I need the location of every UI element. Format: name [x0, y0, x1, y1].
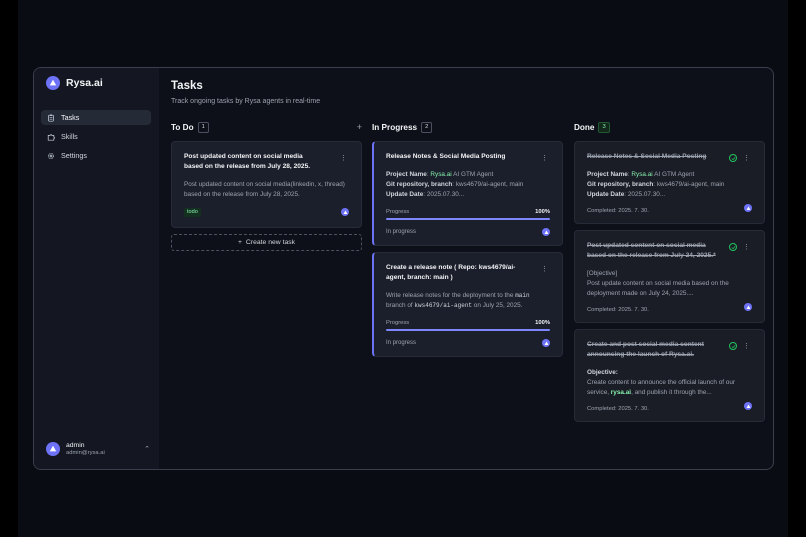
check-circle-icon: [729, 243, 737, 251]
task-card[interactable]: Release Notes & Social Media Posting ⋮ P…: [372, 141, 563, 246]
column-in-progress: In Progress 2 Release Notes & Social Med…: [372, 121, 563, 363]
task-title: Release Notes & Social Media Posting: [386, 153, 506, 160]
chevron-up-icon[interactable]: ⌃: [144, 445, 150, 453]
plus-icon: +: [237, 239, 242, 246]
column-title: In Progress: [372, 122, 418, 132]
completed-date: Completed: 2025. 7. 30.: [587, 208, 649, 214]
column-count: 2: [421, 121, 433, 133]
clipboard-icon: [48, 114, 54, 122]
column-count: 3: [598, 121, 610, 133]
completed-date: Completed: 2025. 7. 30.: [587, 307, 649, 313]
task-title: Release Notes & Social Media Posting: [587, 153, 707, 160]
brand-name: Rysa.ai: [66, 77, 103, 89]
brand[interactable]: Rysa.ai: [46, 76, 103, 90]
agent-avatar-icon: [744, 303, 752, 311]
task-details: Project Name: Rysa.ai AI GTM Agent Git r…: [587, 171, 725, 198]
create-task-label: Create new task: [245, 239, 296, 246]
progress-bar-fill: [386, 329, 550, 331]
progress-header: Progress 100%: [386, 320, 550, 326]
progress-bar: [386, 218, 550, 220]
sidebar-item-label: Settings: [61, 151, 87, 160]
task-title: Create and post social media content ann…: [587, 341, 704, 358]
create-task-button[interactable]: + Create new task: [171, 234, 362, 251]
sidebar-item-label: Skills: [61, 132, 78, 141]
gear-icon: [48, 152, 54, 159]
rysa-logo-icon: [46, 76, 60, 90]
main-content: Tasks Track ongoing tasks by Rysa agents…: [159, 68, 773, 469]
task-title: Post updated content on social media bas…: [587, 242, 716, 259]
progress-header: Progress 100%: [386, 209, 550, 215]
task-description: Post updated content on social media(lin…: [184, 181, 345, 198]
task-card[interactable]: Post updated content on social media bas…: [171, 141, 362, 228]
task-card[interactable]: Post updated content on social media bas…: [574, 230, 765, 323]
task-card[interactable]: Create and post social media content ann…: [574, 329, 765, 422]
progress-label: Progress: [386, 320, 410, 326]
check-circle-icon: [729, 342, 737, 350]
progress-percent: 100%: [535, 209, 550, 215]
column-title: To Do: [171, 122, 194, 132]
more-vertical-icon[interactable]: ⋮: [743, 243, 750, 251]
column-done: Done 3 Release Notes & Social Media Post…: [574, 121, 765, 428]
user-name: admin: [66, 442, 85, 449]
sidebar-nav: Tasks Skills Settings: [41, 110, 151, 167]
add-task-icon[interactable]: +: [357, 122, 362, 132]
task-title: Post updated content on social media bas…: [184, 153, 311, 170]
more-vertical-icon[interactable]: ⋮: [743, 342, 750, 350]
user-menu[interactable]: admin admin@rysa.ai ⌃: [46, 442, 150, 456]
task-card[interactable]: Release Notes & Social Media Posting ⋮ P…: [574, 141, 765, 224]
task-card[interactable]: Create a release note ( Repo: kws4679/ai…: [372, 252, 563, 357]
more-vertical-icon[interactable]: ⋮: [743, 154, 750, 162]
task-description: Write release notes for the deployment t…: [386, 292, 530, 309]
status-badge: todo: [184, 208, 201, 217]
user-email: admin@rysa.ai: [66, 450, 105, 456]
sidebar-item-settings[interactable]: Settings: [41, 148, 151, 163]
agent-avatar-icon: [744, 204, 752, 212]
column-todo: To Do 1 + Post updated content on social…: [171, 121, 362, 251]
more-vertical-icon[interactable]: ⋮: [541, 265, 548, 273]
more-vertical-icon[interactable]: ⋮: [340, 154, 347, 162]
sidebar-item-tasks[interactable]: Tasks: [41, 110, 151, 125]
agent-avatar-icon: [542, 339, 550, 347]
progress-label: Progress: [386, 209, 410, 215]
agent-avatar-icon: [542, 228, 550, 236]
task-description: Objective: Create content to announce th…: [587, 369, 736, 396]
page-title: Tasks: [171, 80, 203, 92]
progress-bar-fill: [386, 218, 550, 220]
sidebar-item-skills[interactable]: Skills: [41, 129, 151, 144]
column-title: Done: [574, 122, 595, 132]
task-status: In progress: [386, 229, 417, 235]
agent-avatar-icon: [341, 208, 349, 216]
check-circle-icon: [729, 154, 737, 162]
agent-avatar-icon: [744, 402, 752, 410]
task-status: In progress: [386, 340, 417, 346]
app-window: Rysa.ai Tasks Skills Settings admin admi…: [33, 67, 774, 470]
progress-percent: 100%: [535, 320, 550, 326]
progress-bar: [386, 329, 550, 331]
column-count: 1: [197, 121, 209, 133]
more-vertical-icon[interactable]: ⋮: [541, 154, 548, 162]
puzzle-icon: [47, 133, 55, 141]
task-description: [Objective] Post update content on socia…: [587, 270, 729, 297]
page-subtitle: Track ongoing tasks by Rysa agents in re…: [171, 98, 321, 105]
completed-date: Completed: 2025. 7. 30.: [587, 406, 649, 412]
sidebar-item-label: Tasks: [61, 113, 80, 122]
sidebar: Rysa.ai Tasks Skills Settings admin admi…: [34, 68, 159, 469]
avatar: [46, 442, 60, 456]
task-title: Create a release note ( Repo: kws4679/ai…: [386, 264, 516, 281]
task-details: Project Name: Rysa.ai AI GTM Agent Git r…: [386, 171, 524, 198]
